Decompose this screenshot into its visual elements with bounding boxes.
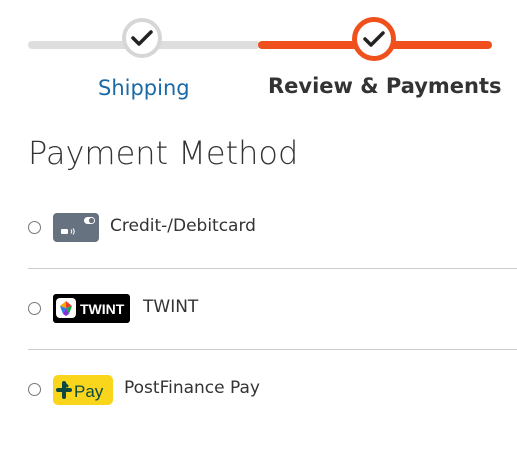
payment-method-twint[interactable]: TWINT TWINT bbox=[28, 278, 517, 338]
step-review-node bbox=[352, 17, 396, 61]
postfinance-pay-logo: Pay bbox=[53, 375, 113, 405]
radio-credit-card[interactable] bbox=[28, 221, 41, 234]
radio-postfinance[interactable] bbox=[28, 383, 41, 396]
pf-logo-text: Pay bbox=[74, 382, 104, 401]
twint-logo: TWINT bbox=[53, 294, 130, 323]
method-label-postfinance[interactable]: PostFinance Pay bbox=[124, 378, 260, 398]
payment-method-credit-card[interactable]: Credit-/Debitcard bbox=[28, 197, 517, 257]
page-title: Payment Method bbox=[28, 134, 299, 172]
divider bbox=[28, 268, 517, 269]
method-label-twint[interactable]: TWINT bbox=[143, 297, 198, 317]
checkmark-icon bbox=[363, 31, 385, 47]
step-review-label: Review & Payments bbox=[268, 74, 502, 98]
checkmark-icon bbox=[131, 30, 153, 46]
step-shipping-link[interactable]: Shipping bbox=[98, 76, 190, 100]
divider bbox=[28, 349, 517, 350]
credit-card-icon bbox=[53, 213, 99, 242]
method-label-credit-card[interactable]: Credit-/Debitcard bbox=[110, 216, 256, 236]
radio-twint[interactable] bbox=[28, 302, 41, 315]
payment-method-postfinance[interactable]: Pay PostFinance Pay bbox=[28, 359, 517, 419]
twint-logo-text: TWINT bbox=[80, 301, 125, 317]
step-shipping-node[interactable] bbox=[122, 18, 162, 58]
